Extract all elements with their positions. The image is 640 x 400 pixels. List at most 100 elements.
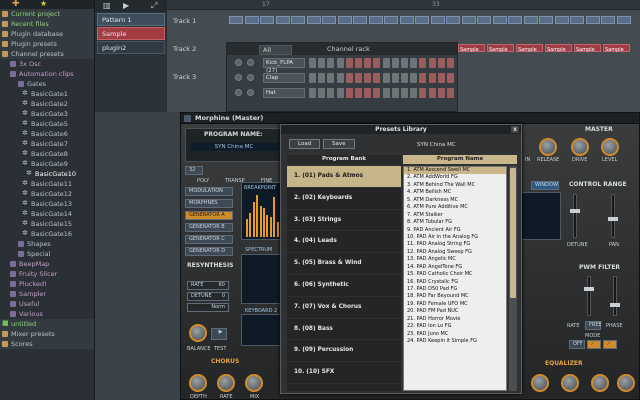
step-button[interactable] xyxy=(327,73,335,83)
pattern-item[interactable]: Pattern 1 xyxy=(97,13,165,26)
track-label[interactable]: Track 1 xyxy=(173,17,196,25)
browser-item[interactable]: Channel presets xyxy=(0,49,94,59)
track-label[interactable]: Track 2 xyxy=(173,45,196,53)
program-bank-item[interactable]: 6. (06) Synthetic xyxy=(287,275,401,297)
track-label[interactable]: Track 3 xyxy=(173,73,196,81)
pattern-clip[interactable] xyxy=(353,16,367,24)
browser-item[interactable]: Various xyxy=(0,309,94,319)
channel-filter-select[interactable]: All xyxy=(259,45,293,55)
pattern-clip[interactable] xyxy=(260,16,274,24)
generator-tab[interactable]: GENERATOR A xyxy=(185,211,233,220)
step-button[interactable] xyxy=(345,88,353,98)
step-button[interactable] xyxy=(410,88,418,98)
mode-button-2[interactable]: ⟋ xyxy=(603,340,617,349)
step-button[interactable] xyxy=(437,58,445,68)
pattern-clip[interactable] xyxy=(492,16,507,24)
pattern-clip[interactable] xyxy=(616,16,631,24)
program-list-scrollbar[interactable] xyxy=(509,166,517,391)
mode-button-1[interactable]: ⟋ xyxy=(587,340,601,349)
program-name-item[interactable]: 18. PAD Far Beyound MC xyxy=(404,293,506,300)
browser-item[interactable]: ✲ BasicGate2 xyxy=(0,99,94,109)
pattern-clip[interactable] xyxy=(539,16,553,24)
program-name-item[interactable]: 22. PAD Ion Lo FG xyxy=(404,323,506,330)
pattern-clip[interactable] xyxy=(291,16,305,24)
pattern-clip[interactable] xyxy=(229,16,243,24)
pattern-clip[interactable] xyxy=(461,16,476,24)
program-name-item[interactable]: 14. PAD AngelTone FG xyxy=(404,264,506,271)
generator-tab[interactable]: MORPHNES xyxy=(185,199,233,208)
step-button[interactable] xyxy=(410,58,418,68)
channel-name-button[interactable]: Clap xyxy=(263,73,305,83)
sample-clip[interactable]: Sample xyxy=(516,44,543,53)
piano-icon[interactable]: ▥ xyxy=(103,1,111,10)
browser-item[interactable]: Mixer presets xyxy=(0,329,94,339)
pattern-clip[interactable] xyxy=(384,16,398,24)
browser-item[interactable]: ✲ BasicGate13 xyxy=(0,199,94,209)
step-button[interactable] xyxy=(437,73,445,83)
generator-tab[interactable]: GENERATOR D xyxy=(185,247,233,256)
step-button[interactable] xyxy=(309,73,316,83)
program-name-item[interactable]: 23. PAD Juno MC xyxy=(404,331,506,338)
channel-knob[interactable] xyxy=(247,89,254,96)
channel-name-button[interactable]: Hat xyxy=(263,88,305,98)
browser-item[interactable]: Current project xyxy=(0,9,94,19)
sample-clip[interactable]: Sample xyxy=(574,44,601,53)
pan-fader[interactable] xyxy=(608,194,618,238)
step-button[interactable] xyxy=(428,58,436,68)
browser-item[interactable]: ✲ BasicGate6 xyxy=(0,129,94,139)
balance-knob[interactable] xyxy=(189,324,207,342)
window-display[interactable] xyxy=(521,192,561,240)
test-button[interactable]: ▶ xyxy=(211,328,227,340)
detune-fader[interactable] xyxy=(570,194,580,238)
step-button[interactable] xyxy=(309,58,316,68)
generator-tab[interactable]: MODULATION xyxy=(185,187,233,196)
sample-clip[interactable]: Sample xyxy=(545,44,572,53)
step-button[interactable] xyxy=(382,58,390,68)
pattern-clip[interactable] xyxy=(322,16,336,24)
program-name-item[interactable]: 10. PAD Air in the Analog FG xyxy=(404,234,506,241)
step-button[interactable] xyxy=(428,88,436,98)
step-button[interactable] xyxy=(447,58,454,68)
browser-item[interactable]: Fruity Slicer xyxy=(0,269,94,279)
program-name-item[interactable]: 17. PAD D50 Pad FG xyxy=(404,286,506,293)
step-button[interactable] xyxy=(355,58,362,68)
load-button[interactable]: Load xyxy=(289,139,321,149)
program-name-item[interactable]: 7. ATM Stalker xyxy=(404,212,506,219)
program-name-item[interactable]: 3. ATM Behind The Wall MC xyxy=(404,182,506,189)
program-bank-item[interactable]: 2. (02) Keyboards xyxy=(287,188,401,210)
browser-item[interactable]: ✲ BasicGate14 xyxy=(0,209,94,219)
timeline-ruler[interactable]: 17 33 xyxy=(167,0,640,10)
save-button[interactable]: Save xyxy=(323,139,355,149)
level-knob[interactable] xyxy=(601,138,619,156)
pattern-clip[interactable] xyxy=(446,16,460,24)
program-name-item[interactable]: 21. PAD Horror Movie xyxy=(404,316,506,323)
pattern-clip[interactable] xyxy=(554,16,569,24)
step-button[interactable] xyxy=(327,88,335,98)
channel-knob[interactable] xyxy=(247,59,254,66)
scrollbar-thumb[interactable] xyxy=(510,168,516,298)
program-name-item[interactable]: 15. PAD Catholic Choir MC xyxy=(404,271,506,278)
step-button[interactable] xyxy=(401,58,408,68)
browser-item[interactable]: BeepMap xyxy=(0,259,94,269)
browser-item[interactable]: ✲ BasicGate7 xyxy=(0,139,94,149)
off-button[interactable]: OFF xyxy=(569,340,585,349)
rate-knob[interactable] xyxy=(217,374,235,392)
window-button[interactable]: WINDOW xyxy=(531,181,559,190)
step-button[interactable] xyxy=(382,73,390,83)
pattern-clip[interactable] xyxy=(430,16,445,24)
program-name-item[interactable]: 2. ATM AddWorld FG xyxy=(404,174,506,181)
step-button[interactable] xyxy=(401,73,408,83)
program-name-item[interactable]: 12. PAD Analog Sweep FG xyxy=(404,249,506,256)
program-bank-item[interactable]: 4. (04) Leads xyxy=(287,231,401,254)
step-button[interactable] xyxy=(419,58,427,68)
browser-item[interactable]: Shapes xyxy=(0,239,94,249)
browser-item[interactable]: ✲ BasicGate5 xyxy=(0,119,94,129)
morphine-title-bar[interactable]: Morphine (Master) xyxy=(181,113,639,124)
browser-item[interactable]: 3x Osc xyxy=(0,59,94,69)
sample-clip[interactable]: Sample xyxy=(487,44,514,53)
program-name-item[interactable]: 4. ATM Bellish MC xyxy=(404,189,506,196)
breakpoint-display[interactable]: BREAKPOINT xyxy=(241,182,281,240)
step-button[interactable] xyxy=(391,88,399,98)
program-name-item[interactable]: 1. ATM Asscend Swell MC xyxy=(404,167,506,175)
channel-knob[interactable] xyxy=(235,59,242,66)
